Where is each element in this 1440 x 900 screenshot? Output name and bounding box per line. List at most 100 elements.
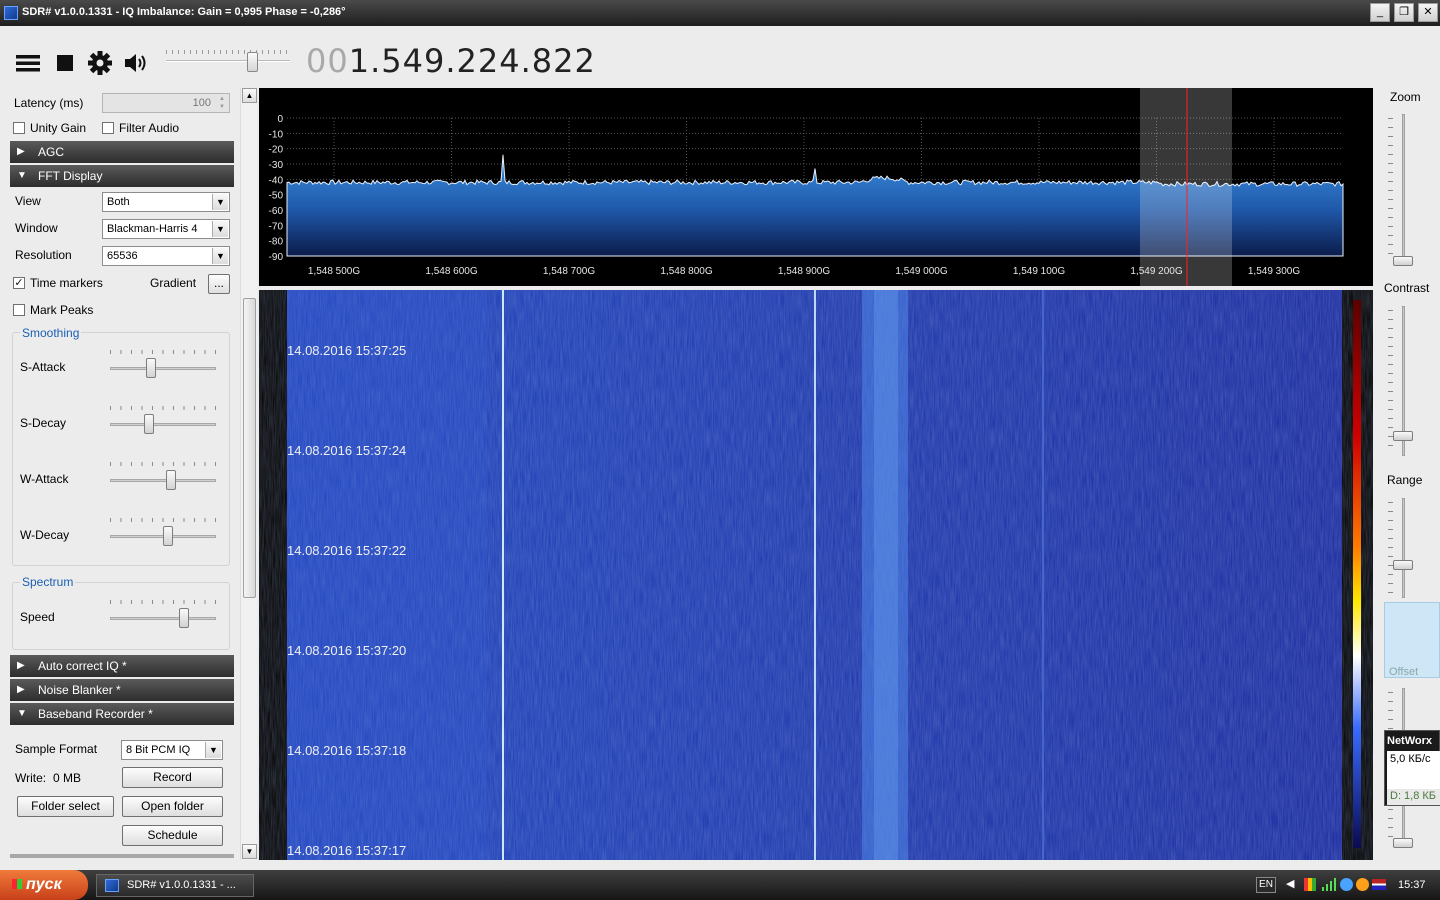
language-indicator[interactable]: EN [1256, 877, 1276, 893]
waterfall-timestamp: 14.08.2016 15:37:20 [287, 643, 407, 658]
write-value: 0 MB [53, 771, 82, 785]
title-bar: SDR# v1.0.0.1331 - IQ Imbalance: Gain = … [0, 0, 1440, 26]
gradient-label: Gradient [150, 276, 197, 290]
spectrum-analyzer[interactable]: 0 -10 -20 -30 -40 -50 -60 -70 -80 -90 1,548 500G 1… [259, 88, 1373, 286]
spectrum-x-tick: 1,548 600G [425, 266, 477, 277]
scrollbar-thumb[interactable] [243, 298, 256, 598]
mark-peaks-checkbox[interactable] [13, 304, 25, 316]
restore-button[interactable]: ❐ [1394, 3, 1414, 22]
section-noise-blanker[interactable]: ▶ Noise Blanker * [10, 679, 234, 701]
update-icon[interactable] [1356, 878, 1369, 891]
write-label: Write: [15, 771, 47, 785]
s-attack-label: S-Attack [20, 360, 66, 374]
scroll-down-icon[interactable]: ▼ [242, 844, 257, 859]
latency-spinner[interactable]: ▲ ▼ [216, 95, 228, 111]
s-attack-slider[interactable] [110, 350, 216, 378]
view-label: View [15, 194, 41, 208]
resolution-label: Resolution [15, 248, 72, 262]
schedule-button[interactable]: Schedule [122, 825, 223, 846]
offset-label: Offset [1389, 666, 1419, 678]
zoom-thumb[interactable] [1393, 256, 1413, 266]
s-decay-slider[interactable] [110, 406, 216, 434]
gear-icon[interactable] [86, 50, 114, 76]
smoothing-title: Smoothing [20, 326, 82, 340]
chevron-down-icon: ▼ [212, 248, 228, 264]
waterfall-display[interactable]: 14.08.2016 15:37:25 14.08.2016 15:37:24 … [259, 290, 1373, 860]
spectrum-y-tick: -10 [269, 129, 284, 140]
volume-slider-thumb[interactable] [247, 52, 258, 72]
waterfall-timestamp: 14.08.2016 15:37:18 [287, 743, 407, 758]
section-fft-display[interactable]: ▼ FFT Display [10, 165, 234, 187]
unity-gain-checkbox[interactable] [13, 122, 25, 134]
clock[interactable]: 15:37 [1398, 879, 1426, 891]
collapse-arrow-icon: ▼ [17, 170, 27, 181]
contrast-thumb[interactable] [1393, 431, 1413, 441]
gradient-button[interactable]: ... [208, 274, 230, 294]
zoom-slider[interactable] [1384, 114, 1424, 266]
spectrum-x-tick: 1,549 200G [1130, 266, 1182, 277]
chevron-down-icon: ▼ [212, 221, 228, 237]
range-label: Range [1387, 473, 1423, 487]
network-icon[interactable] [1340, 878, 1353, 891]
minimize-button[interactable]: _ [1370, 3, 1390, 22]
spectrum-title: Spectrum [20, 575, 76, 589]
color-scale-bar [1353, 300, 1361, 848]
w-decay-thumb[interactable] [163, 526, 173, 546]
spectrum-x-tick: 1,549 100G [1013, 266, 1065, 277]
system-tray: EN ◀ 15:37 [1252, 872, 1440, 898]
sample-format-select[interactable]: 8 Bit PCM IQ ▼ [121, 740, 223, 760]
speaker-icon[interactable] [122, 50, 150, 76]
section-baseband-recorder[interactable]: ▼ Baseband Recorder * [10, 703, 234, 725]
taskbar-item-sdr[interactable]: SDR# v1.0.0.1331 - ... [96, 874, 254, 897]
s-decay-label: S-Decay [20, 416, 67, 430]
spectrum-plot[interactable]: 0 -10 -20 -30 -40 -50 -60 -70 -80 -90 1,548 500G 1… [259, 88, 1373, 286]
range-slider[interactable] [1384, 498, 1424, 598]
left-panel-scrollbar[interactable]: ▲ ▼ [240, 88, 257, 860]
tray-expand-icon[interactable]: ◀ [1286, 877, 1294, 890]
range-thumb[interactable] [1393, 560, 1413, 570]
window-select[interactable]: Blackman-Harris 4 ▼ [102, 219, 230, 239]
stop-icon[interactable] [52, 50, 80, 76]
signal-bars-icon[interactable] [1322, 878, 1336, 891]
latency-input[interactable]: 100 ▲ ▼ [102, 93, 230, 113]
open-folder-button[interactable]: Open folder [122, 796, 223, 817]
w-attack-label: W-Attack [20, 472, 69, 486]
offset-thumb[interactable] [1393, 838, 1413, 848]
contrast-slider[interactable] [1384, 306, 1424, 456]
scroll-up-icon[interactable]: ▲ [242, 88, 257, 103]
record-button[interactable]: Record [122, 767, 223, 788]
latency-label: Latency (ms) [14, 96, 84, 110]
close-button[interactable]: ✕ [1418, 3, 1438, 22]
s-attack-thumb[interactable] [146, 358, 156, 378]
windows-logo-icon [12, 879, 22, 889]
volume-slider[interactable] [166, 50, 290, 74]
w-attack-thumb[interactable] [166, 470, 176, 490]
start-button[interactable]: пуск [0, 870, 88, 900]
section-agc[interactable]: ▶ AGC [10, 141, 234, 163]
w-attack-slider[interactable] [110, 462, 216, 490]
w-decay-label: W-Decay [20, 528, 70, 542]
speed-thumb[interactable] [179, 608, 189, 628]
resolution-select[interactable]: 65536 ▼ [102, 246, 230, 266]
frequency-display[interactable]: 001.549.224.822 [306, 42, 596, 80]
expand-arrow-icon: ▶ [17, 660, 25, 671]
filter-audio-label: Filter Audio [119, 121, 180, 135]
hamburger-icon[interactable] [14, 50, 42, 76]
speed-label: Speed [20, 610, 55, 624]
spectrum-y-tick: -80 [269, 237, 284, 248]
networx-widget[interactable]: NetWorx 5,0 КБ/с D: 1,8 КБ [1384, 730, 1440, 806]
section-auto-correct-iq[interactable]: ▶ Auto correct IQ * [10, 655, 234, 677]
networx-title: NetWorx [1387, 735, 1433, 747]
w-decay-slider[interactable] [110, 518, 216, 546]
right-panel: Zoom Contrast Range Offset NetWorx 5,0 К… [1374, 88, 1440, 860]
flag-icon[interactable] [1372, 879, 1386, 890]
networx-tray-icon[interactable] [1304, 878, 1316, 891]
waterfall-plot[interactable] [259, 290, 1373, 860]
time-markers-checkbox[interactable]: ✓ [13, 277, 25, 289]
view-select[interactable]: Both ▼ [102, 192, 230, 212]
filter-audio-checkbox[interactable] [102, 122, 114, 134]
speed-slider[interactable] [110, 600, 216, 628]
tuner-bandwidth-overlay[interactable] [1140, 88, 1232, 286]
folder-select-button[interactable]: Folder select [17, 796, 114, 817]
s-decay-thumb[interactable] [144, 414, 154, 434]
